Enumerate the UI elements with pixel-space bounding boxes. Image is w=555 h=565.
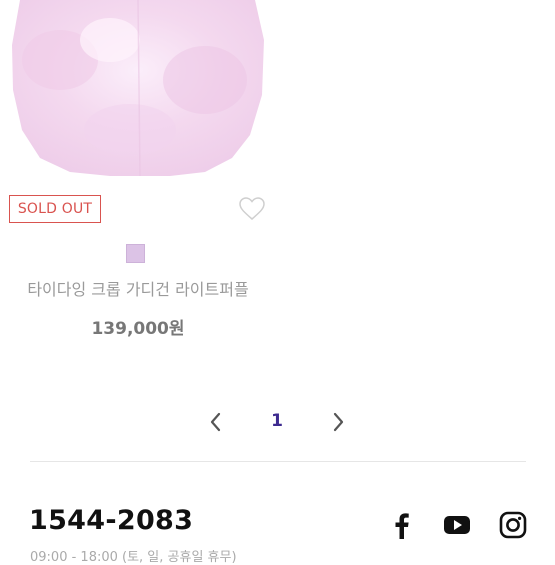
- product-image[interactable]: [0, 0, 280, 180]
- youtube-icon[interactable]: [441, 509, 473, 541]
- product-price: 139,000원: [91, 319, 185, 339]
- heart-outline-icon[interactable]: [238, 196, 266, 222]
- business-hours: 09:00 - 18:00 (토, 일, 공휴일 휴무): [30, 550, 237, 565]
- instagram-icon[interactable]: [497, 509, 529, 541]
- product-name[interactable]: 타이다잉 크롭 가디건 라이트퍼플: [0, 276, 276, 300]
- facebook-icon[interactable]: [386, 509, 418, 541]
- chevron-left-icon[interactable]: [206, 410, 226, 434]
- footer-divider: [30, 461, 526, 462]
- chevron-right-icon[interactable]: [328, 410, 348, 434]
- customer-service-phone[interactable]: 1544-2083: [29, 505, 193, 536]
- sold-out-badge: SOLD OUT: [9, 195, 101, 223]
- page-number-current[interactable]: 1: [266, 411, 288, 431]
- color-swatch[interactable]: [126, 244, 145, 263]
- pagination: 1: [0, 405, 555, 439]
